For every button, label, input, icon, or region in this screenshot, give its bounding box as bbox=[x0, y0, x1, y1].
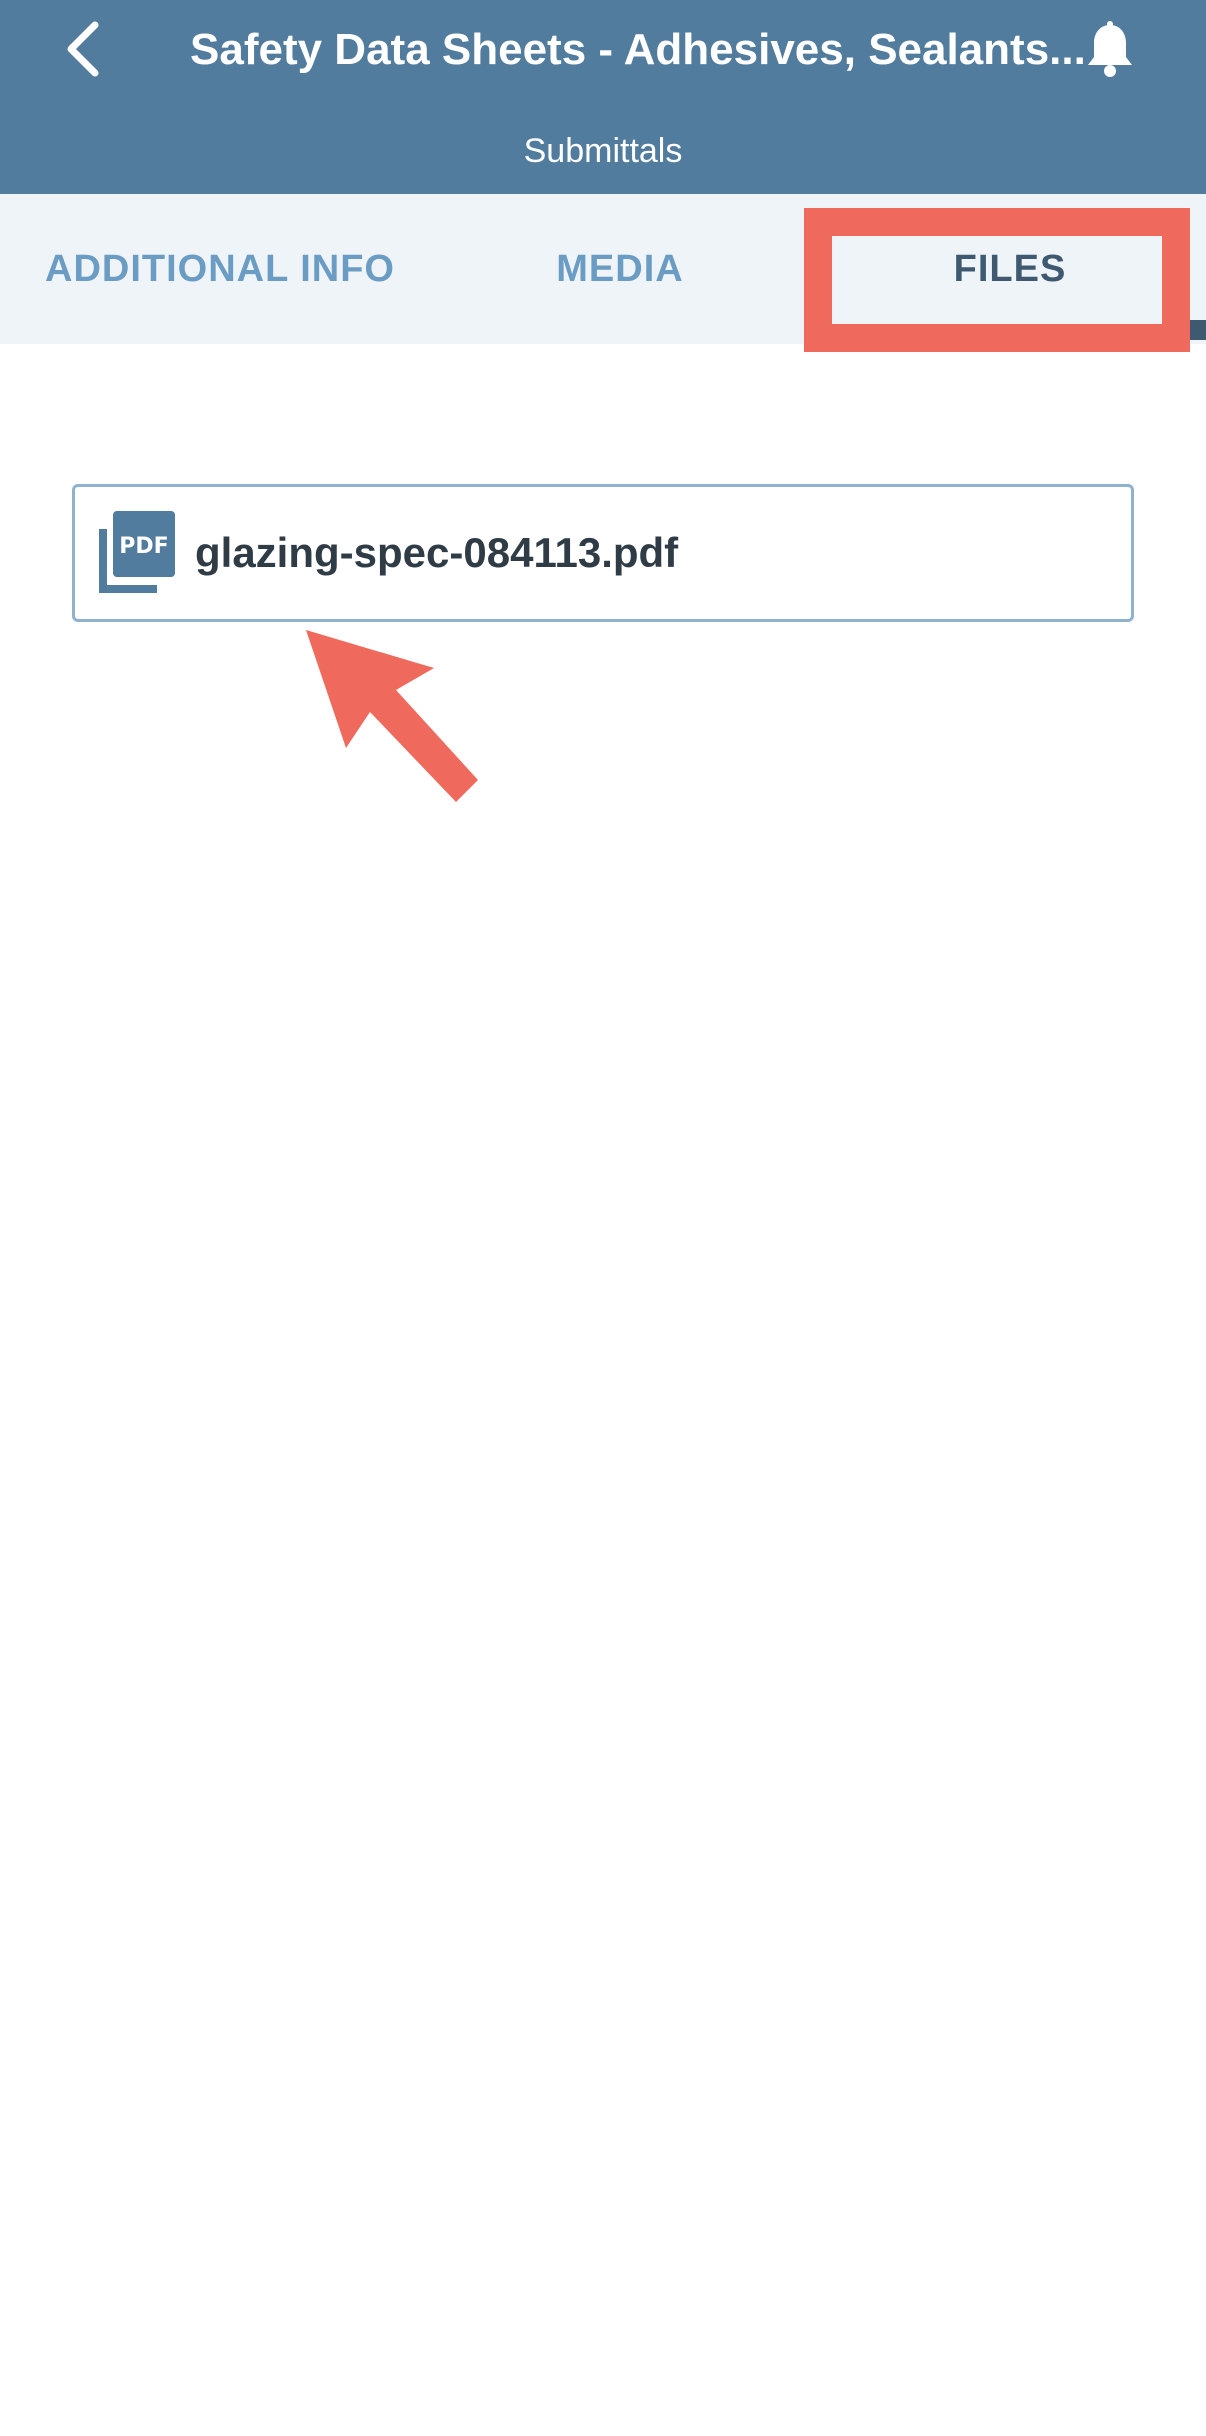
tab-bar: ADDITIONAL INFO MEDIA FILES bbox=[0, 194, 1206, 344]
page-subtitle: Submittals bbox=[523, 132, 683, 170]
active-tab-indicator bbox=[1190, 320, 1206, 340]
page-title: Safety Data Sheets - Adhesives, Sealants… bbox=[190, 25, 1086, 74]
notifications-button[interactable] bbox=[1080, 18, 1140, 82]
pdf-icon: PDF bbox=[99, 511, 175, 593]
back-button[interactable] bbox=[48, 14, 118, 84]
tab-files[interactable]: FILES bbox=[820, 194, 1200, 344]
tab-media[interactable]: MEDIA bbox=[480, 194, 760, 344]
chevron-left-icon bbox=[67, 21, 99, 77]
app-screen: Safety Data Sheets - Adhesives, Sealants… bbox=[0, 0, 1206, 2436]
tab-additional-info[interactable]: ADDITIONAL INFO bbox=[20, 194, 420, 344]
svg-text:PDF: PDF bbox=[119, 534, 168, 559]
file-list-item[interactable]: PDF glazing-spec-084113.pdf bbox=[72, 484, 1134, 622]
annotation-arrow-icon bbox=[306, 630, 478, 802]
bell-icon bbox=[1088, 21, 1132, 77]
file-name: glazing-spec-084113.pdf bbox=[195, 529, 679, 576]
header-bar: Safety Data Sheets - Adhesives, Sealants… bbox=[0, 0, 1206, 194]
